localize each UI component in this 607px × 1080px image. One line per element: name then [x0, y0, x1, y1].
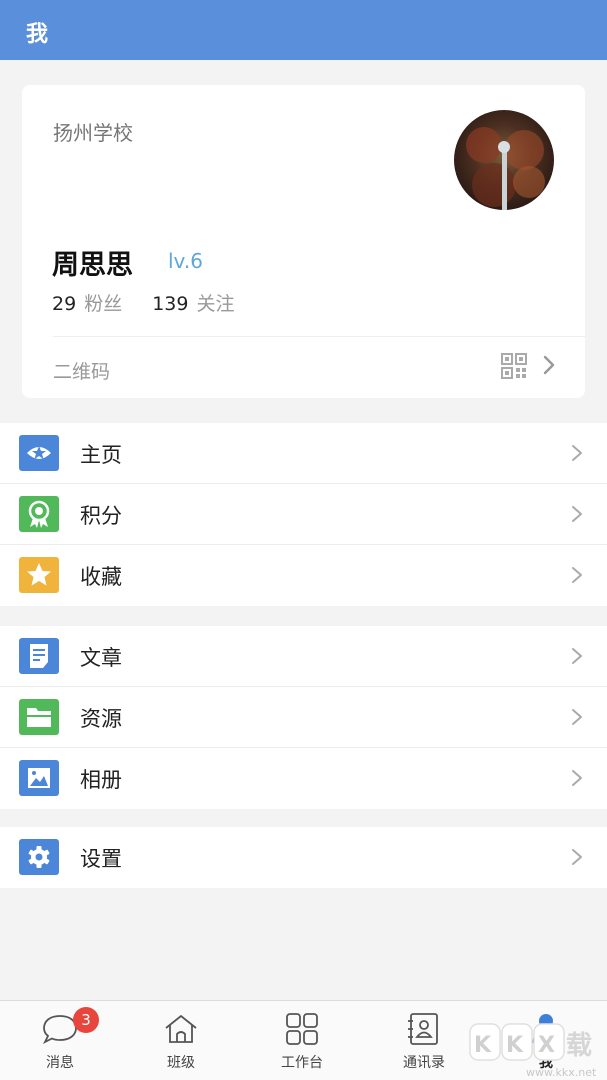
- page-title: 我: [26, 22, 49, 47]
- menu-item-label: 主页: [80, 443, 122, 467]
- page-header: 我: [0, 0, 607, 60]
- menu-item-articles[interactable]: 文章: [0, 626, 607, 687]
- avatar[interactable]: [454, 110, 554, 210]
- menu-item-label: 收藏: [80, 565, 122, 589]
- house-icon: [161, 1011, 201, 1047]
- card-divider: [53, 336, 585, 337]
- grid-icon: [282, 1011, 322, 1047]
- menu-group-content: 文章 资源 相册: [0, 626, 607, 809]
- tab-contacts[interactable]: 通讯录: [364, 1001, 484, 1080]
- menu-item-favorites[interactable]: 收藏: [0, 545, 607, 606]
- points-medal-icon: [19, 496, 59, 532]
- folder-icon: [19, 699, 59, 735]
- tab-label: 通讯录: [403, 1055, 445, 1071]
- chevron-right-icon: [571, 768, 583, 788]
- chevron-right-icon: [571, 707, 583, 727]
- article-icon: [19, 638, 59, 674]
- chevron-right-icon: [571, 847, 583, 867]
- album-icon: [19, 760, 59, 796]
- follow-count[interactable]: 139: [152, 293, 188, 315]
- tab-workbench[interactable]: 工作台: [242, 1001, 362, 1080]
- fans-label[interactable]: 粉丝: [84, 293, 122, 315]
- qr-code-label[interactable]: 二维码: [53, 357, 110, 384]
- menu-item-album[interactable]: 相册: [0, 748, 607, 809]
- homepage-icon: [19, 435, 59, 471]
- tab-label: 工作台: [281, 1055, 323, 1071]
- chevron-right-icon: [571, 646, 583, 666]
- menu-item-label: 资源: [80, 707, 122, 731]
- unread-badge: 3: [73, 1007, 99, 1033]
- svg-text:载: 载: [566, 1031, 592, 1061]
- svg-text:www.kkx.net: www.kkx.net: [526, 1066, 597, 1079]
- chevron-right-icon: [571, 443, 583, 463]
- menu-item-settings[interactable]: 设置: [0, 827, 607, 888]
- follow-label[interactable]: 关注: [196, 293, 234, 315]
- follow-stats: 29 粉丝 139 关注: [52, 289, 234, 316]
- tab-class[interactable]: 班级: [121, 1001, 241, 1080]
- chevron-right-icon: [571, 504, 583, 524]
- menu-group-settings: 设置: [0, 827, 607, 888]
- chevron-right-icon[interactable]: [542, 353, 556, 377]
- school-name: 扬州学校: [53, 121, 133, 145]
- chevron-right-icon: [571, 565, 583, 585]
- svg-text:K: K: [474, 1033, 492, 1058]
- menu-group-profile: 主页 积分 收藏: [0, 423, 607, 606]
- gear-icon: [19, 839, 59, 875]
- fans-count[interactable]: 29: [52, 293, 76, 315]
- username: 周思思: [52, 250, 133, 281]
- menu-item-label: 设置: [80, 847, 122, 871]
- kkx-watermark-logo: K K X 载 www.kkx.net: [468, 1016, 607, 1080]
- menu-item-label: 积分: [80, 504, 122, 528]
- menu-item-label: 文章: [80, 646, 122, 670]
- tab-label: 消息: [46, 1055, 74, 1071]
- svg-text:X: X: [538, 1033, 555, 1058]
- star-icon: [19, 557, 59, 593]
- svg-text:K: K: [506, 1033, 524, 1058]
- menu-item-resources[interactable]: 资源: [0, 687, 607, 748]
- contacts-icon: [404, 1011, 444, 1047]
- menu-item-label: 相册: [80, 768, 122, 792]
- tab-messages[interactable]: 3 消息: [0, 1001, 120, 1080]
- menu-item-homepage[interactable]: 主页: [0, 423, 607, 484]
- level-badge: lv.6: [168, 249, 203, 273]
- profile-card[interactable]: 扬州学校 周思思 lv.6 29 粉丝 139 关注 二维码: [22, 85, 585, 398]
- qr-code-icon[interactable]: [501, 353, 527, 379]
- tab-label: 班级: [167, 1055, 195, 1071]
- menu-item-points[interactable]: 积分: [0, 484, 607, 545]
